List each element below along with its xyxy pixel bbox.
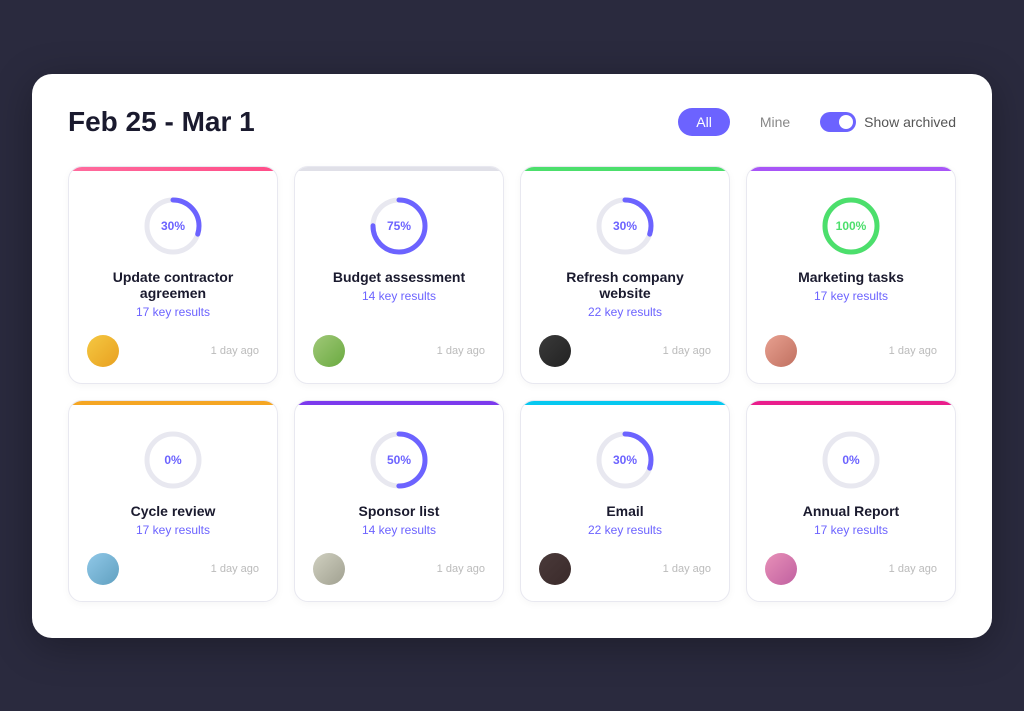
avatar bbox=[313, 335, 345, 367]
progress-text: 75% bbox=[387, 219, 411, 233]
card-title: Update contractor agreemen bbox=[87, 269, 259, 301]
header-controls: All Mine Show archived bbox=[678, 108, 956, 136]
project-card[interactable]: 30% Refresh company website 22 key resul… bbox=[520, 166, 730, 384]
card-footer: 1 day ago bbox=[539, 335, 711, 367]
project-card[interactable]: 30% Email 22 key results 1 day ago bbox=[520, 400, 730, 602]
card-title: Sponsor list bbox=[313, 503, 485, 519]
progress-ring-container: 0% bbox=[765, 429, 937, 491]
card-footer: 1 day ago bbox=[87, 335, 259, 367]
progress-circle: 30% bbox=[594, 195, 656, 257]
avatar bbox=[539, 335, 571, 367]
progress-circle: 50% bbox=[368, 429, 430, 491]
progress-text: 50% bbox=[387, 453, 411, 467]
avatar bbox=[539, 553, 571, 585]
project-card[interactable]: 75% Budget assessment 14 key results 1 d… bbox=[294, 166, 504, 384]
timestamp: 1 day ago bbox=[889, 345, 937, 357]
page-title: Feb 25 - Mar 1 bbox=[68, 106, 255, 138]
filter-mine-button[interactable]: Mine bbox=[742, 108, 808, 136]
card-title: Cycle review bbox=[87, 503, 259, 519]
cards-grid: 30% Update contractor agreemen 17 key re… bbox=[68, 166, 956, 602]
progress-circle: 100% bbox=[820, 195, 882, 257]
show-archived-label: Show archived bbox=[864, 114, 956, 130]
progress-ring-container: 0% bbox=[87, 429, 259, 491]
progress-ring-container: 75% bbox=[313, 195, 485, 257]
project-card[interactable]: 30% Update contractor agreemen 17 key re… bbox=[68, 166, 278, 384]
card-footer: 1 day ago bbox=[313, 335, 485, 367]
project-card[interactable]: 100% Marketing tasks 17 key results 1 da… bbox=[746, 166, 956, 384]
project-card[interactable]: 50% Sponsor list 14 key results 1 day ag… bbox=[294, 400, 504, 602]
progress-circle: 30% bbox=[594, 429, 656, 491]
progress-circle: 30% bbox=[142, 195, 204, 257]
timestamp: 1 day ago bbox=[437, 563, 485, 575]
avatar bbox=[765, 553, 797, 585]
card-title: Refresh company website bbox=[539, 269, 711, 301]
timestamp: 1 day ago bbox=[889, 563, 937, 575]
progress-ring-container: 30% bbox=[87, 195, 259, 257]
show-archived-toggle[interactable] bbox=[820, 112, 856, 132]
timestamp: 1 day ago bbox=[211, 563, 259, 575]
progress-ring-container: 50% bbox=[313, 429, 485, 491]
progress-text: 0% bbox=[164, 453, 181, 467]
card-key-results[interactable]: 22 key results bbox=[539, 523, 711, 537]
progress-text: 30% bbox=[161, 219, 185, 233]
card-footer: 1 day ago bbox=[765, 553, 937, 585]
card-title: Budget assessment bbox=[313, 269, 485, 285]
card-title: Annual Report bbox=[765, 503, 937, 519]
progress-circle: 0% bbox=[142, 429, 204, 491]
header: Feb 25 - Mar 1 All Mine Show archived bbox=[68, 106, 956, 138]
timestamp: 1 day ago bbox=[211, 345, 259, 357]
project-card[interactable]: 0% Cycle review 17 key results 1 day ago bbox=[68, 400, 278, 602]
filter-all-button[interactable]: All bbox=[678, 108, 730, 136]
progress-text: 30% bbox=[613, 453, 637, 467]
main-container: Feb 25 - Mar 1 All Mine Show archived 30… bbox=[32, 74, 992, 638]
avatar bbox=[87, 335, 119, 367]
card-title: Email bbox=[539, 503, 711, 519]
progress-circle: 0% bbox=[820, 429, 882, 491]
card-footer: 1 day ago bbox=[87, 553, 259, 585]
card-key-results[interactable]: 22 key results bbox=[539, 305, 711, 319]
timestamp: 1 day ago bbox=[437, 345, 485, 357]
avatar bbox=[87, 553, 119, 585]
timestamp: 1 day ago bbox=[663, 345, 711, 357]
card-title: Marketing tasks bbox=[765, 269, 937, 285]
card-key-results[interactable]: 17 key results bbox=[87, 305, 259, 319]
card-key-results[interactable]: 17 key results bbox=[87, 523, 259, 537]
progress-text: 0% bbox=[842, 453, 859, 467]
progress-ring-container: 30% bbox=[539, 429, 711, 491]
timestamp: 1 day ago bbox=[663, 563, 711, 575]
progress-text: 30% bbox=[613, 219, 637, 233]
progress-text: 100% bbox=[836, 219, 867, 233]
show-archived-toggle-label[interactable]: Show archived bbox=[820, 112, 956, 132]
progress-ring-container: 30% bbox=[539, 195, 711, 257]
card-footer: 1 day ago bbox=[765, 335, 937, 367]
card-key-results[interactable]: 14 key results bbox=[313, 289, 485, 303]
project-card[interactable]: 0% Annual Report 17 key results 1 day ag… bbox=[746, 400, 956, 602]
progress-ring-container: 100% bbox=[765, 195, 937, 257]
avatar bbox=[765, 335, 797, 367]
card-key-results[interactable]: 14 key results bbox=[313, 523, 485, 537]
progress-circle: 75% bbox=[368, 195, 430, 257]
card-footer: 1 day ago bbox=[539, 553, 711, 585]
card-key-results[interactable]: 17 key results bbox=[765, 523, 937, 537]
avatar bbox=[313, 553, 345, 585]
card-key-results[interactable]: 17 key results bbox=[765, 289, 937, 303]
card-footer: 1 day ago bbox=[313, 553, 485, 585]
